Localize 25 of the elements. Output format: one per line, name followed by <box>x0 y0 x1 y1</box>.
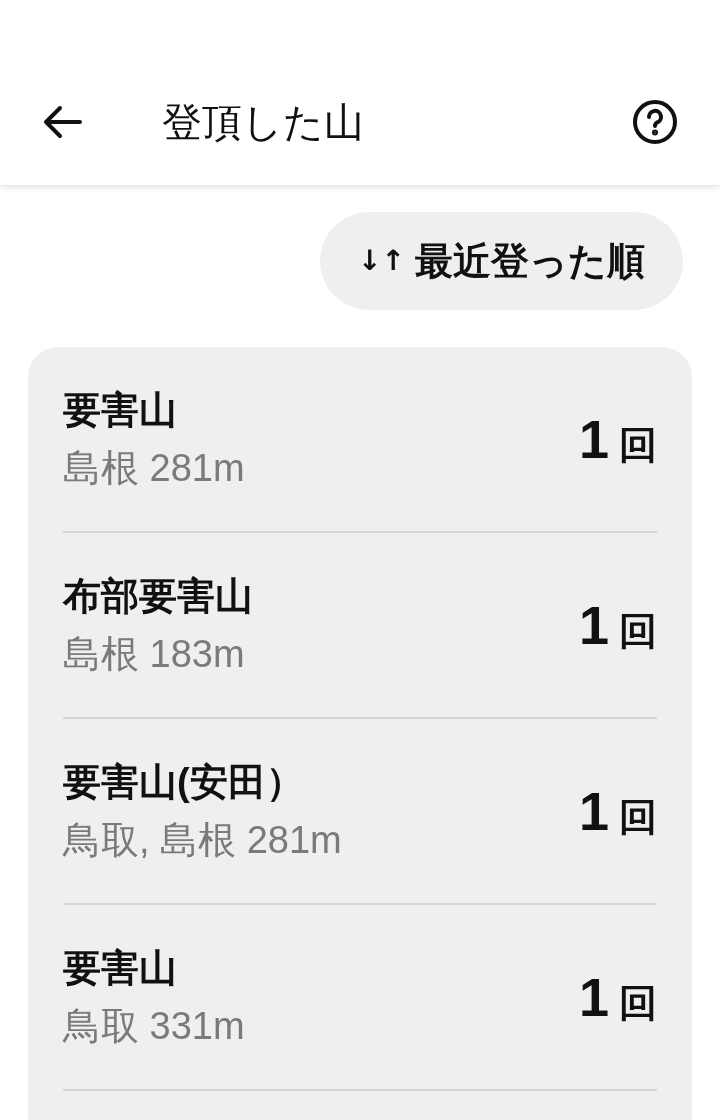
climb-count: 1 <box>578 593 609 657</box>
mountain-name: 要害山(安田） <box>63 760 305 805</box>
help-icon <box>631 98 679 146</box>
climb-count: 1 <box>578 779 609 843</box>
back-arrow-icon <box>42 105 82 139</box>
count-unit: 回 <box>619 794 657 840</box>
mountain-name: 要害山 <box>63 388 178 433</box>
mountain-list-item[interactable]: 布部要害山 島根 183m 1 回 <box>63 533 657 719</box>
page-title: 登頂した山 <box>162 102 364 142</box>
mountain-name: 布部要害山 <box>63 574 253 619</box>
climb-count: 1 <box>578 407 609 471</box>
mountain-name: 要害山 <box>63 946 178 991</box>
help-button[interactable] <box>630 97 680 147</box>
count-unit: 回 <box>619 608 657 654</box>
mountain-location: 鳥取, 島根 281m <box>63 818 342 863</box>
mountain-list-item[interactable]: 要害山 鳥取 331m 1 回 <box>63 905 657 1091</box>
sort-button[interactable]: ↓↑ 最近登った順 <box>320 212 683 310</box>
mountain-location: 島根 281m <box>63 446 245 491</box>
count-unit: 回 <box>619 422 657 468</box>
mountain-list-item[interactable]: 要害山 島根 281m 1 回 <box>63 347 657 533</box>
mountain-list-item[interactable]: 要害山(安田） 鳥取, 島根 281m 1 回 <box>63 719 657 905</box>
mountain-location: 島根 183m <box>63 632 246 677</box>
climb-count: 1 <box>578 965 609 1029</box>
mountain-location: 鳥取 331m <box>63 1004 245 1049</box>
count-unit: 回 <box>619 980 657 1026</box>
